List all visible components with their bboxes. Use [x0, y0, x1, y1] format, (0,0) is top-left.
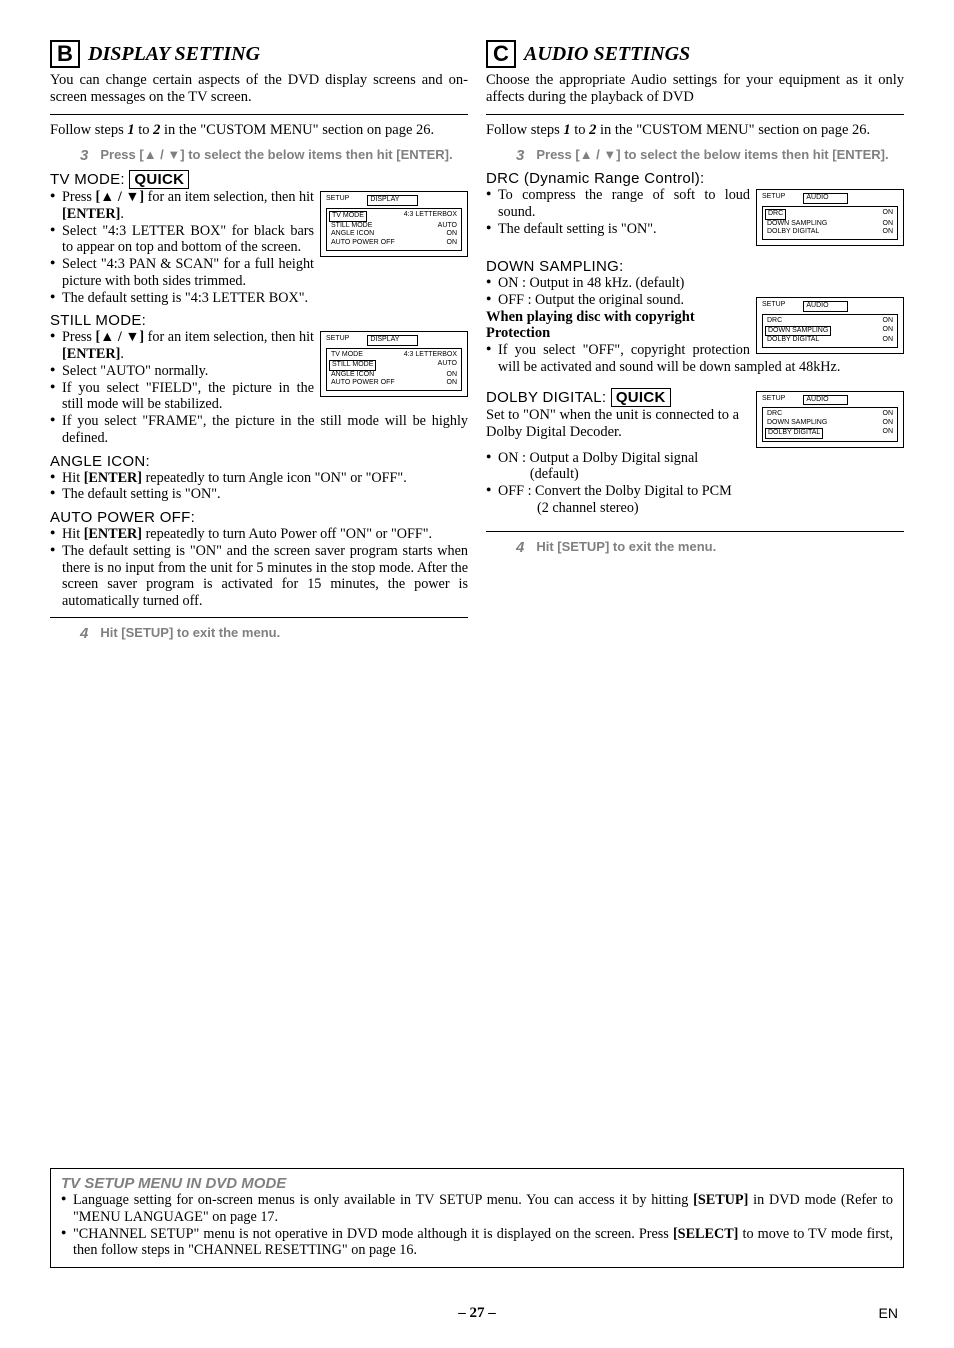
autopower-bullets: Hit [ENTER] repeatedly to turn Auto Powe…: [50, 526, 468, 610]
left-column: B DISPLAY SETTING You can change certain…: [50, 40, 468, 642]
panel-row: DOWN SAMPLING: [765, 326, 831, 337]
panel-val: ON: [883, 410, 894, 419]
page-footer: – 27 – EN: [0, 1305, 954, 1322]
tv-setup-note-title: TV SETUP MENU IN DVD MODE: [61, 1175, 893, 1192]
list-item: Hit [ENTER] repeatedly to turn Auto Powe…: [50, 526, 468, 543]
section-b-title: DISPLAY SETTING: [88, 43, 260, 66]
step-3-text: Press [▲ / ▼] to select the below items …: [100, 147, 452, 164]
step-4-line: 4 Hit [SETUP] to exit the menu.: [50, 625, 468, 642]
section-c-header: C AUDIO SETTINGS: [486, 40, 690, 68]
list-item: OFF : Output the original sound.: [486, 292, 904, 309]
list-item: The default setting is "ON".: [50, 486, 468, 503]
downsampling-bullets: ON : Output in 48 kHz. (default) OFF : O…: [486, 275, 904, 309]
quick-badge: QUICK: [129, 170, 189, 189]
step-3-line-c: 3 Press [▲ / ▼] to select the below item…: [486, 147, 904, 164]
section-c-title: AUDIO SETTINGS: [524, 43, 690, 66]
main-columns: B DISPLAY SETTING You can change certain…: [50, 40, 904, 642]
tvmode-heading: TV MODE: QUICK: [50, 170, 468, 189]
dolby-bullets: ON : Output a Dolby Digital signal (defa…: [486, 450, 904, 517]
right-column: C AUDIO SETTINGS Choose the appropriate …: [486, 40, 904, 642]
step-4-text: Hit [SETUP] to exit the menu.: [100, 625, 280, 642]
list-item: Press [▲ / ▼] for an item selection, the…: [50, 329, 468, 363]
list-item: Select "4:3 LETTER BOX" for black bars t…: [50, 223, 468, 257]
angle-heading: ANGLE ICON:: [50, 453, 468, 470]
section-b-intro: You can change certain aspects of the DV…: [50, 72, 468, 107]
list-item: To compress the range of soft to loud so…: [486, 187, 904, 221]
follow-steps-b: Follow steps 1 to 2 in the "CUSTOM MENU"…: [50, 122, 468, 139]
step-3-text: Press [▲ / ▼] to select the below items …: [536, 147, 888, 164]
downsampling-heading: DOWN SAMPLING:: [486, 258, 904, 275]
angle-bullets: Hit [ENTER] repeatedly to turn Angle ico…: [50, 470, 468, 504]
badge-c-icon: C: [486, 40, 516, 68]
step-4-num: 4: [80, 625, 88, 642]
stillmode-bullets: Press [▲ / ▼] for an item selection, the…: [50, 329, 468, 446]
step-3-line: 3 Press [▲ / ▼] to select the below item…: [50, 147, 468, 164]
list-item: Press [▲ / ▼] for an item selection, the…: [50, 189, 468, 223]
panel-row: DRC: [767, 317, 782, 326]
section-b-header: B DISPLAY SETTING: [50, 40, 260, 68]
step-4-num: 4: [516, 539, 524, 556]
quick-badge: QUICK: [611, 388, 671, 407]
list-item: Language setting for on-screen menus is …: [61, 1192, 893, 1226]
page-number: – 27 –: [458, 1305, 496, 1321]
list-item: Hit [ENTER] repeatedly to turn Angle ico…: [50, 470, 468, 487]
divider: [50, 617, 468, 618]
tvmode-label: TV MODE:: [50, 171, 125, 188]
list-item: The default setting is "4:3 LETTER BOX".: [50, 290, 468, 307]
step-4-text: Hit [SETUP] to exit the menu.: [536, 539, 716, 556]
list-item: "CHANNEL SETUP" menu is not operative in…: [61, 1226, 893, 1260]
panel-val: ON: [883, 326, 894, 337]
audio-panel-3: SETUP AUDIO DRC ON DOWN SAMPLING ON DOLBY D…: [756, 391, 904, 448]
panel-row: DOWN SAMPLING: [767, 419, 827, 428]
step-3-num: 3: [80, 147, 88, 164]
panel-tab: AUDIO: [803, 395, 847, 406]
list-item: The default setting is "ON".: [486, 221, 904, 238]
list-item: If you select "FIELD", the picture in th…: [50, 380, 468, 414]
panel-val: ON: [883, 428, 894, 439]
section-c-intro: Choose the appropriate Audio settings fo…: [486, 72, 904, 107]
panel-row: DRC: [767, 410, 782, 419]
tv-setup-note-box: TV SETUP MENU IN DVD MODE Language setti…: [50, 1168, 904, 1268]
list-item: ON : Output in 48 kHz. (default): [486, 275, 904, 292]
badge-b-icon: B: [50, 40, 80, 68]
autopower-heading: AUTO POWER OFF:: [50, 509, 468, 526]
list-item: ON : Output a Dolby Digital signal (defa…: [486, 450, 904, 484]
panel-row: DOLBY DIGITAL: [765, 428, 823, 439]
panel-setup: SETUP: [762, 395, 785, 406]
divider: [486, 114, 904, 115]
follow-steps-c: Follow steps 1 to 2 in the "CUSTOM MENU"…: [486, 122, 904, 139]
stillmode-heading: STILL MODE:: [50, 312, 468, 329]
panel-val: ON: [883, 317, 894, 326]
divider: [50, 114, 468, 115]
drc-heading: DRC (Dynamic Range Control):: [486, 170, 904, 187]
list-item: OFF : Convert the Dolby Digital to PCM (…: [486, 483, 904, 517]
list-item: The default setting is "ON" and the scre…: [50, 543, 468, 610]
dolby-label: DOLBY DIGITAL:: [486, 389, 606, 406]
copyright-bullets: If you select "OFF", copyright protectio…: [486, 342, 904, 376]
panel-val: ON: [883, 419, 894, 428]
list-item: Select "4:3 PAN & SCAN" for a full heigh…: [50, 256, 468, 290]
step-4-line-c: 4 Hit [SETUP] to exit the menu.: [486, 539, 904, 556]
list-item: If you select "FRAME", the picture in th…: [50, 413, 468, 447]
list-item: Select "AUTO" normally.: [50, 363, 468, 380]
tv-setup-bullets: Language setting for on-screen menus is …: [61, 1192, 893, 1259]
list-item: If you select "OFF", copyright protectio…: [486, 342, 904, 376]
page-lang: EN: [879, 1305, 898, 1321]
divider: [486, 531, 904, 532]
tvmode-bullets: Press [▲ / ▼] for an item selection, the…: [50, 189, 468, 306]
step-3-num: 3: [516, 147, 524, 164]
